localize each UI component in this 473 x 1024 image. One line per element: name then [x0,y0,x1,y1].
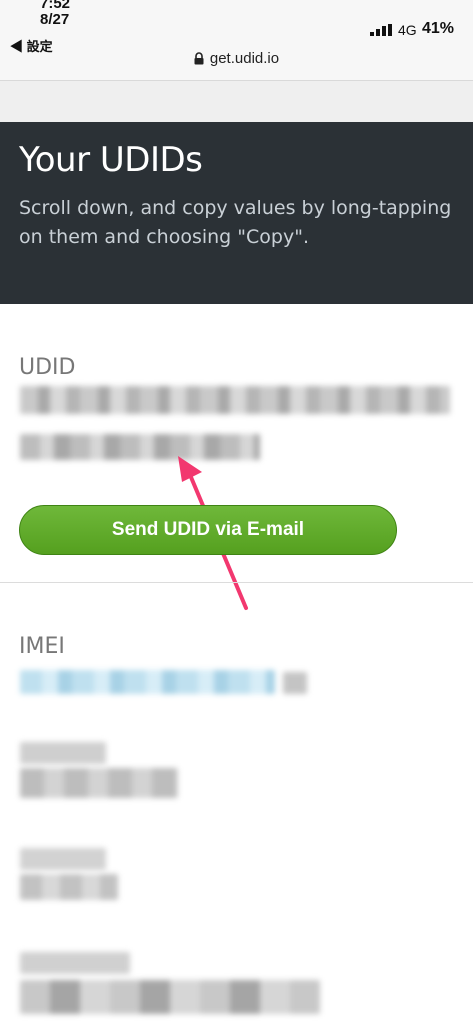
url-text: get.udid.io [209,50,280,67]
udid-label: UDID [19,355,76,380]
status-bar: 7:52 8/27 ◀ 設定 4G 41% get.udid.io [0,0,473,81]
page-header: Your UDIDs Scroll down, and copy values … [0,122,473,304]
section-divider [0,582,473,583]
address-bar[interactable]: get.udid.io [0,50,473,67]
send-udid-email-button[interactable]: Send UDID via E-mail [19,505,397,555]
network-type: 4G [398,22,417,38]
page-description: Scroll down, and copy values by long-tap… [19,197,452,248]
signal-icon [370,24,392,36]
page-title: Your UDIDs [19,140,203,180]
imei-label: IMEI [19,634,65,659]
battery-percent: 41% [422,20,455,37]
clock: 7:52 8/27 [40,0,70,28]
lock-icon [194,52,204,65]
toolbar-spacer [0,81,473,122]
date-text: 8/27 [40,11,70,28]
